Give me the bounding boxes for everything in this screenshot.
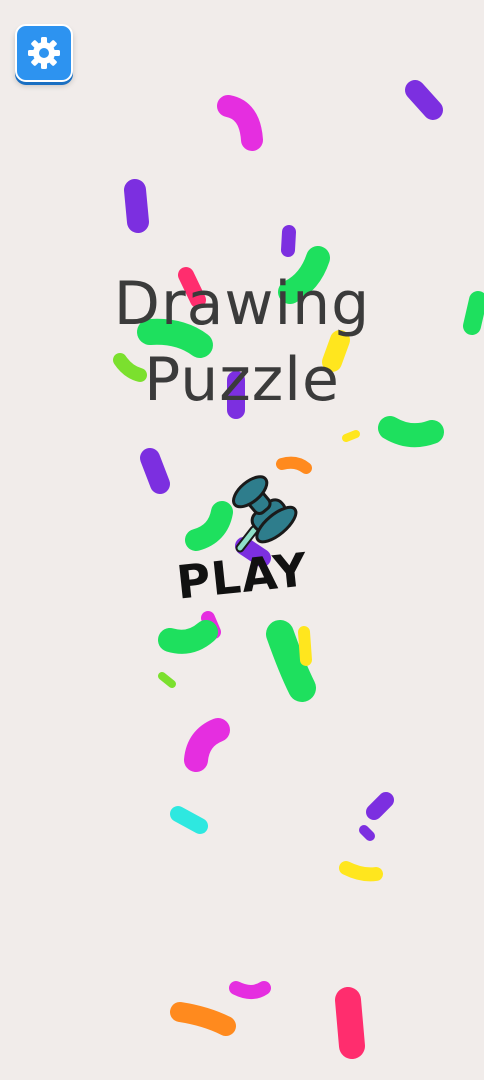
confetti-piece <box>124 179 149 233</box>
confetti-piece <box>140 448 170 494</box>
confetti-piece <box>359 825 375 841</box>
confetti-piece <box>298 626 312 666</box>
confetti-piece <box>378 416 444 448</box>
game-title-line-1: Drawing <box>113 269 371 339</box>
confetti-piece <box>266 620 316 702</box>
confetti-piece <box>229 981 271 999</box>
play-label: PLAY <box>174 542 311 610</box>
confetti-piece <box>339 861 383 882</box>
confetti-piece <box>170 1002 236 1036</box>
confetti-piece <box>158 672 176 688</box>
play-button[interactable]: PLAY <box>160 460 340 630</box>
game-title-line-2: Puzzle <box>144 345 340 415</box>
settings-button[interactable] <box>15 24 73 82</box>
confetti-piece <box>342 430 360 442</box>
confetti-piece <box>366 792 394 820</box>
confetti-piece <box>170 806 208 834</box>
confetti-piece <box>184 718 230 772</box>
confetti-piece <box>217 95 263 151</box>
confetti-piece <box>405 80 443 120</box>
confetti-piece <box>335 987 365 1059</box>
confetti-piece <box>281 225 296 257</box>
main-menu-screen: Drawing Puzzle PLAY <box>0 0 484 1080</box>
game-title: Drawing Puzzle <box>0 266 484 418</box>
gear-icon <box>28 37 60 69</box>
confetti-piece <box>158 620 218 654</box>
